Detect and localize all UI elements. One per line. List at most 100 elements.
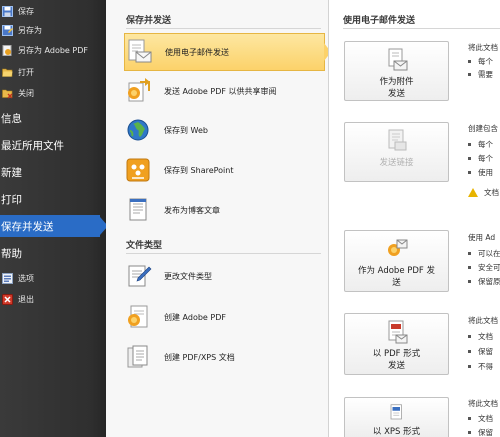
save-icon [2,5,13,17]
adobe-pdf-bullet: 可以在 [468,248,500,259]
option-send-pdf-review[interactable]: 发送 Adobe PDF 以供共享审阅 [124,72,325,110]
nav-close-label: 关闭 [18,88,34,98]
pdf-desc: 将此文档 [468,316,498,325]
option-change-file-type[interactable]: 更改文件类型 [124,257,325,295]
nav-exit-label: 退出 [18,294,34,304]
sharepoint-icon [126,158,150,182]
send-as-attachment-label-1: 作为附件 [379,77,414,87]
send-as-adobe-pdf-label-1: 作为 Adobe PDF 发 [357,266,436,276]
adobe-pdf-bullet: 安全可 [468,262,500,273]
option-send-pdf-review-label: 发送 Adobe PDF 以供共享审阅 [164,86,277,96]
adobe-pdf-bullet-text: 可以在 [478,249,500,258]
nav-new[interactable]: 新建 [0,161,106,183]
panel-title: 使用电子邮件发送 [343,16,416,26]
attachment-bullet-text: 需要 [478,70,493,79]
attachment-desc: 将此文档 [468,43,498,52]
option-publish-blog-label: 发布为博客文章 [164,205,220,215]
adobe-pdf-desc: 使用 Ad [468,233,496,242]
attachment-bullet: 需要 [468,69,493,80]
nav-open-label: 打开 [18,67,34,77]
send-link-label: 发送链接 [379,158,414,168]
pdf-bullet: 保留 [468,346,493,357]
option-send-email[interactable]: 使用电子邮件发送 [124,33,331,71]
adobe-pdf-icon [128,305,148,328]
send-as-attachment-label-2: 发送 [387,89,405,99]
send-as-adobe-pdf-button[interactable]: 作为 Adobe PDF 发 送 [344,230,449,292]
link-bullet-text: 每个 [478,140,493,149]
nav-help-label: 帮助 [1,247,22,260]
xps-bullet-text: 文档 [478,414,493,423]
link-icon [388,129,406,151]
option-create-pdf-xps-label: 创建 PDF/XPS 文档 [164,352,235,362]
pdf-bullet: 不得 [468,361,493,372]
option-create-pdf-xps[interactable]: 创建 PDF/XPS 文档 [124,338,325,376]
link-warning: 文档 [468,187,499,198]
option-save-sharepoint-label: 保存到 SharePoint [164,165,234,175]
adobe-pdf-bullet-text: 保留原 [478,277,500,286]
link-bullet: 每个 [468,139,493,150]
nav-save-as-label: 另存为 [18,25,42,35]
nav-print[interactable]: 打印 [0,188,106,210]
folder-open-icon [2,68,13,77]
link-warning-text: 文档 [484,188,499,197]
nav-save-send-label: 保存并发送 [1,220,54,233]
pdf-save-icon [2,44,12,56]
pdf-xps-icon [127,345,148,368]
option-create-adobe-pdf[interactable]: 创建 Adobe PDF [124,298,325,336]
option-save-sharepoint[interactable]: 保存到 SharePoint [124,151,325,189]
nav-options[interactable]: 选项 [0,268,106,288]
pdf-bullet-text: 不得 [478,362,493,371]
email-panel: 使用电子邮件发送 作为附件 发送 将此文档 每个 需要 发送链接 创建包含 每个… [329,0,500,437]
send-as-attachment-button[interactable]: 作为附件 发送 [344,41,449,101]
pdf-icon [388,320,407,344]
option-send-email-label: 使用电子邮件发送 [165,47,229,57]
attachment-bullet: 每个 [468,56,493,67]
link-bullet-text: 使用 [478,168,493,177]
nav-open[interactable]: 打开 [0,62,106,82]
save-send-options: 保存并发送 使用电子邮件发送 发送 Adobe PDF 以供共享审阅 保存到 W… [106,0,331,437]
globe-icon [127,119,149,141]
option-change-file-type-label: 更改文件类型 [164,271,212,281]
change-file-type-icon [128,265,152,287]
nav-save-as-pdf-label: 另存为 Adobe PDF [18,45,88,55]
option-save-web[interactable]: 保存到 Web [124,111,325,149]
folder-close-icon [2,89,13,98]
nav-save-send[interactable]: 保存并发送 [0,215,108,237]
nav-help[interactable]: 帮助 [0,242,106,264]
options-icon [2,272,13,284]
option-create-adobe-pdf-label: 创建 Adobe PDF [164,312,226,322]
adobe-pdf-send-icon [387,239,407,256]
exit-icon [2,293,13,305]
nav-info-label: 信息 [1,112,22,125]
send-as-pdf-label-2: 发送 [387,361,405,371]
nav-save-as[interactable]: 另存为 [0,20,106,40]
send-as-adobe-pdf-label-2: 送 [392,278,401,288]
send-link-button[interactable]: 发送链接 [344,122,449,182]
option-save-web-label: 保存到 Web [164,125,208,135]
backstage-nav: 保存 另存为 另存为 Adobe PDF 打开 关闭 信息 最近所用文件 新建 … [0,0,108,437]
section-title-save-send: 保存并发送 [126,16,172,26]
link-desc: 创建包含 [468,124,498,133]
nav-info[interactable]: 信息 [0,107,106,129]
nav-recent[interactable]: 最近所用文件 [0,134,106,156]
nav-save-as-pdf[interactable]: 另存为 Adobe PDF [0,40,106,60]
nav-exit[interactable]: 退出 [0,289,106,309]
pdf-review-icon [128,78,150,102]
nav-save[interactable]: 保存 [0,1,106,21]
nav-new-label: 新建 [1,166,22,179]
adobe-pdf-bullet: 保留原 [468,276,500,287]
link-bullet: 每个 [468,153,493,164]
pdf-bullet-text: 文档 [478,332,493,341]
save-as-icon [2,24,13,36]
section-divider [126,253,321,254]
option-publish-blog[interactable]: 发布为博客文章 [124,191,325,229]
nav-close[interactable]: 关闭 [0,83,106,103]
blog-icon [129,198,147,221]
xps-bullet-text: 保留 [478,428,493,437]
adobe-pdf-bullet-text: 安全可 [478,263,500,272]
send-as-pdf-button[interactable]: 以 PDF 形式 发送 [344,313,449,375]
xps-desc: 将此文档 [468,399,498,408]
section-divider [126,28,321,29]
pdf-bullet-text: 保留 [478,347,493,356]
send-as-xps-button[interactable]: 以 XPS 形式 [344,397,449,437]
